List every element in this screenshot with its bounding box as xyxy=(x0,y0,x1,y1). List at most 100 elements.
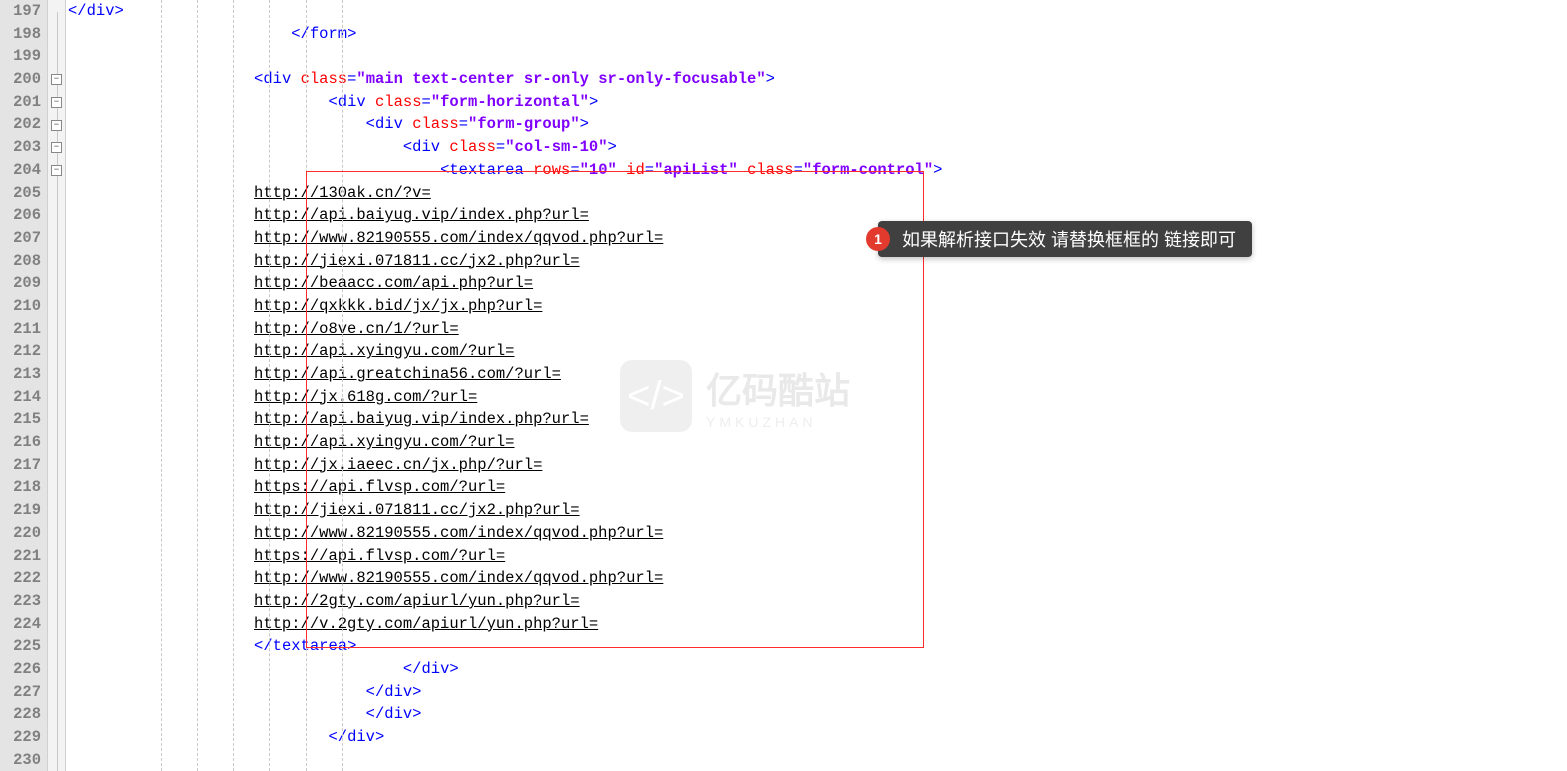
line-number: 222 xyxy=(0,567,41,590)
line-number: 197 xyxy=(0,0,41,23)
code-line[interactable]: http://jiexi.071811.cc/jx2.php?url= xyxy=(68,499,1567,522)
line-number: 226 xyxy=(0,658,41,681)
indent-guide xyxy=(233,0,234,771)
indent-guide xyxy=(161,0,162,771)
line-number: 215 xyxy=(0,408,41,431)
line-number: 203 xyxy=(0,136,41,159)
code-line[interactable]: http://www.82190555.com/index/qqvod.php?… xyxy=(68,522,1567,545)
code-line[interactable]: https://api.flvsp.com/?url= xyxy=(68,545,1567,568)
code-line[interactable]: <textarea rows="10" id="apiList" class="… xyxy=(68,159,1567,182)
line-number: 211 xyxy=(0,318,41,341)
code-line[interactable]: http://jx.618g.com/?url= xyxy=(68,386,1567,409)
code-line[interactable]: http://api.greatchina56.com/?url= xyxy=(68,363,1567,386)
url-text[interactable]: http://jx.618g.com/?url= xyxy=(254,388,477,406)
url-text[interactable]: http://www.82190555.com/index/qqvod.php?… xyxy=(254,524,663,542)
annotation-text: 如果解析接口失效 请替换框框的 链接即可 xyxy=(902,226,1236,252)
code-line[interactable]: http://v.2gty.com/apiurl/yun.php?url= xyxy=(68,613,1567,636)
url-text[interactable]: http://qxkkk.bid/jx/jx.php?url= xyxy=(254,297,542,315)
line-number: 217 xyxy=(0,454,41,477)
line-number: 201 xyxy=(0,91,41,114)
code-line[interactable]: http://www.82190555.com/index/qqvod.php?… xyxy=(68,567,1567,590)
url-text[interactable]: http://jiexi.071811.cc/jx2.php?url= xyxy=(254,252,580,270)
line-number: 227 xyxy=(0,681,41,704)
line-number: 228 xyxy=(0,703,41,726)
code-line[interactable]: </div> xyxy=(68,658,1567,681)
url-text[interactable]: http://www.82190555.com/index/qqvod.php?… xyxy=(254,569,663,587)
code-line[interactable]: </div> xyxy=(68,703,1567,726)
code-line[interactable]: <div class="main text-center sr-only sr-… xyxy=(68,68,1567,91)
code-line[interactable]: <div class="form-group"> xyxy=(68,113,1567,136)
indent-guide xyxy=(306,0,307,771)
url-text[interactable]: http://api.xyingyu.com/?url= xyxy=(254,342,514,360)
code-line[interactable]: <div class="form-horizontal"> xyxy=(68,91,1567,114)
annotation-badge: 1 xyxy=(866,227,890,251)
url-text[interactable]: https://api.flvsp.com/?url= xyxy=(254,478,505,496)
line-number: 213 xyxy=(0,363,41,386)
code-line[interactable]: http://jx.iaeec.cn/jx.php/?url= xyxy=(68,454,1567,477)
line-number: 199 xyxy=(0,45,41,68)
url-text[interactable]: http://2gty.com/apiurl/yun.php?url= xyxy=(254,592,580,610)
code-line[interactable]: </div> xyxy=(68,0,1567,23)
code-line[interactable] xyxy=(68,45,1567,68)
code-line[interactable]: http://o8ve.cn/1/?url= xyxy=(68,318,1567,341)
line-number: 200 xyxy=(0,68,41,91)
url-text[interactable]: http://api.greatchina56.com/?url= xyxy=(254,365,561,383)
line-number: 202 xyxy=(0,113,41,136)
fold-column[interactable]: − − − − − xyxy=(48,0,66,771)
url-text[interactable]: http://api.xyingyu.com/?url= xyxy=(254,433,514,451)
code-area[interactable]: </div> </form> <div class="main text-cen… xyxy=(66,0,1567,771)
line-number: 229 xyxy=(0,726,41,749)
code-line[interactable]: </div> xyxy=(68,681,1567,704)
code-line[interactable]: https://api.flvsp.com/?url= xyxy=(68,476,1567,499)
url-text[interactable]: http://api.baiyug.vip/index.php?url= xyxy=(254,410,589,428)
indent-guide xyxy=(342,0,343,771)
line-number: 221 xyxy=(0,545,41,568)
line-number: 218 xyxy=(0,476,41,499)
url-text[interactable]: http://api.baiyug.vip/index.php?url= xyxy=(254,206,589,224)
line-number: 204 xyxy=(0,159,41,182)
code-line[interactable]: http://api.baiyug.vip/index.php?url= xyxy=(68,408,1567,431)
code-line[interactable]: </div> xyxy=(68,726,1567,749)
url-text[interactable]: http://beaacc.com/api.php?url= xyxy=(254,274,533,292)
code-line[interactable]: </form> xyxy=(68,23,1567,46)
line-number: 219 xyxy=(0,499,41,522)
url-text[interactable]: http://jiexi.071811.cc/jx2.php?url= xyxy=(254,501,580,519)
url-text[interactable]: http://jx.iaeec.cn/jx.php/?url= xyxy=(254,456,542,474)
code-editor[interactable]: 1971981992002012022032042052062072082092… xyxy=(0,0,1567,771)
line-number: 198 xyxy=(0,23,41,46)
code-line[interactable]: http://130ak.cn/?v= xyxy=(68,182,1567,205)
fold-toggle[interactable]: − xyxy=(51,74,62,85)
line-number: 224 xyxy=(0,613,41,636)
code-line[interactable]: http://api.baiyug.vip/index.php?url= xyxy=(68,204,1567,227)
line-number: 216 xyxy=(0,431,41,454)
line-number: 210 xyxy=(0,295,41,318)
url-text[interactable]: http://o8ve.cn/1/?url= xyxy=(254,320,459,338)
code-line[interactable]: http://www.82190555.com/index/qqvod.php?… xyxy=(68,227,1567,250)
code-line[interactable]: http://beaacc.com/api.php?url= xyxy=(68,272,1567,295)
line-number-gutter: 1971981992002012022032042052062072082092… xyxy=(0,0,48,771)
line-number: 212 xyxy=(0,340,41,363)
fold-toggle[interactable]: − xyxy=(51,165,62,176)
code-line[interactable] xyxy=(68,749,1567,771)
url-text[interactable]: https://api.flvsp.com/?url= xyxy=(254,547,505,565)
line-number: 225 xyxy=(0,635,41,658)
line-number: 214 xyxy=(0,386,41,409)
code-line[interactable]: </textarea> xyxy=(68,635,1567,658)
fold-toggle[interactable]: − xyxy=(51,120,62,131)
indent-guide xyxy=(269,0,270,771)
code-line[interactable]: http://qxkkk.bid/jx/jx.php?url= xyxy=(68,295,1567,318)
line-number: 209 xyxy=(0,272,41,295)
line-number: 208 xyxy=(0,250,41,273)
code-line[interactable]: http://api.xyingyu.com/?url= xyxy=(68,431,1567,454)
annotation-callout: 1如果解析接口失效 请替换框框的 链接即可 xyxy=(878,221,1252,257)
code-line[interactable]: <div class="col-sm-10"> xyxy=(68,136,1567,159)
line-number: 220 xyxy=(0,522,41,545)
fold-toggle[interactable]: − xyxy=(51,142,62,153)
code-line[interactable]: http://api.xyingyu.com/?url= xyxy=(68,340,1567,363)
fold-toggle[interactable]: − xyxy=(51,97,62,108)
code-line[interactable]: http://jiexi.071811.cc/jx2.php?url= xyxy=(68,250,1567,273)
line-number: 207 xyxy=(0,227,41,250)
url-text[interactable]: http://www.82190555.com/index/qqvod.php?… xyxy=(254,229,663,247)
line-number: 206 xyxy=(0,204,41,227)
code-line[interactable]: http://2gty.com/apiurl/yun.php?url= xyxy=(68,590,1567,613)
